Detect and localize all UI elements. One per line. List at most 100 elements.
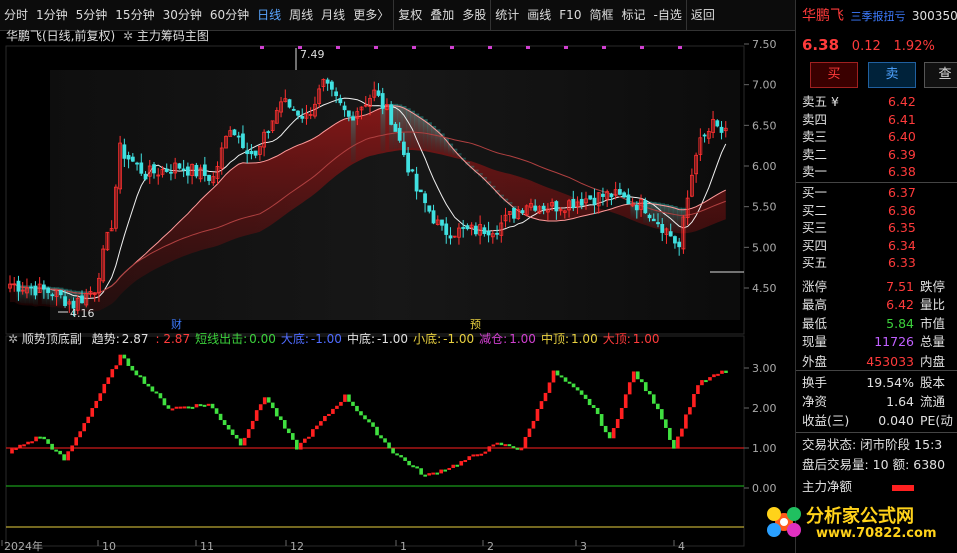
osc-bar [238, 438, 243, 446]
toolbar-item-6[interactable]: 日线 [253, 0, 285, 30]
toolbar-item-1[interactable]: 1分钟 [32, 0, 72, 30]
candle-body [482, 227, 487, 234]
bid-row[interactable]: 买四 6.34 [796, 237, 957, 254]
toolbar-item-18[interactable]: -自选 [649, 0, 685, 30]
high-label: 7.49 [300, 48, 325, 61]
candle-body [126, 155, 131, 160]
ask-row[interactable]: 卖四 6.41 [796, 111, 957, 128]
toolbar-item-19[interactable]: 返回 [685, 0, 719, 30]
candle-body [495, 232, 499, 235]
osc-bar [82, 423, 87, 432]
toolbar-item-8[interactable]: 月线 [317, 0, 349, 30]
sub-indicator-name[interactable]: 顺势顶底副 [22, 332, 82, 346]
buy-button[interactable]: 买 [810, 62, 858, 88]
candle-body [185, 166, 190, 176]
osc-bar [214, 408, 219, 414]
osc-bar [403, 457, 407, 461]
stat-row: 涨停 7.51 跌停 [796, 278, 957, 295]
osc-bar [688, 407, 692, 415]
sub-value-6: 减仓: 1.00 [479, 332, 536, 346]
osc-bar [720, 370, 724, 374]
level-label: 卖四 [802, 111, 828, 127]
candle-body [300, 116, 305, 119]
candle-body [58, 289, 63, 296]
osc-bar [563, 377, 568, 382]
osc-bar [696, 385, 700, 394]
toolbar-item-17[interactable]: 标记 [617, 0, 649, 30]
settings-icon[interactable]: ✲ [123, 29, 133, 43]
candle-body [397, 127, 402, 141]
candle-body [520, 210, 525, 214]
stat-tail: 内盘 [920, 354, 946, 369]
toolbar-item-12[interactable]: 多股 [458, 0, 490, 30]
osc-bar [110, 369, 115, 378]
osc-bar [716, 373, 720, 376]
osc-bar [186, 406, 191, 409]
toolbar-item-5[interactable]: 60分钟 [206, 0, 253, 30]
osc-bar [26, 441, 30, 445]
osc-bar [174, 406, 179, 409]
chart-area[interactable]: 7.49 4.16 财 预 7.50 7.00 6.50 6.00 5.50 5.00 4.50 3… [0, 30, 795, 553]
osc-bar [319, 421, 323, 426]
osc-bar [559, 375, 564, 378]
osc-bar [555, 370, 560, 376]
osc-bar [527, 428, 532, 437]
candle-body [486, 231, 491, 236]
osc-bar [102, 383, 107, 394]
osc-bar [339, 401, 343, 406]
stat-value: 19.54% [866, 375, 914, 390]
candle-body [444, 223, 449, 235]
toolbar-item-0[interactable]: 分时 [0, 0, 32, 30]
ask-row[interactable]: 卖三 6.40 [796, 128, 957, 145]
toolbar-item-16[interactable]: 简框 [585, 0, 617, 30]
ask-row[interactable]: 卖五 ¥ 6.42 [796, 93, 957, 110]
level-price: 6.34 [888, 237, 916, 253]
osc-bar [535, 408, 540, 421]
stats-divider [796, 370, 957, 371]
bid-row[interactable]: 买一 6.37 [796, 184, 957, 201]
stock-code: 300350 [911, 9, 957, 23]
level-label: 卖五 ¥ [802, 94, 839, 109]
sell-button[interactable]: 卖 [868, 62, 916, 88]
osc-bar [627, 382, 632, 395]
toolbar-item-7[interactable]: 周线 [285, 0, 317, 30]
quote-panel: 华鹏飞 三季报扭亏 300350 6.38 0.12 1.92% 买 卖 查 卖… [795, 0, 957, 553]
osc-bar [359, 411, 363, 416]
osc-bar [202, 404, 207, 407]
query-button[interactable]: 查 [924, 62, 957, 88]
bid-row[interactable]: 买二 6.36 [796, 202, 957, 219]
toolbar-item-2[interactable]: 5分钟 [72, 0, 112, 30]
toolbar-item-14[interactable]: 画线 [523, 0, 555, 30]
toolbar-item-11[interactable]: 叠加 [426, 0, 458, 30]
bid-row[interactable]: 买三 6.35 [796, 219, 957, 236]
ask-row[interactable]: 卖二 6.39 [796, 146, 957, 163]
toolbar-item-13[interactable]: 统计 [490, 0, 523, 30]
signal-dot [374, 46, 378, 49]
osc-bar [78, 431, 83, 438]
sub-value-2: 短线出击: 0.00 [195, 332, 276, 346]
osc-bar [303, 438, 307, 443]
osc-bar [230, 429, 235, 435]
osc-bar [499, 442, 504, 446]
osc-bar [507, 444, 512, 447]
toolbar-item-4[interactable]: 30分钟 [159, 0, 206, 30]
osc-bar [226, 425, 231, 430]
toolbar-item-10[interactable]: 复权 [393, 0, 426, 30]
osc-bar [712, 374, 716, 378]
toolbar-item-15[interactable]: F10 [555, 0, 585, 30]
candle-body [431, 210, 436, 224]
toolbar-item-9[interactable]: 更多〉 [349, 0, 393, 30]
stat-label: 现量 [802, 334, 828, 349]
x-tick-label: 1 [400, 540, 407, 553]
level-price: 6.42 [888, 94, 916, 109]
level-price: 6.38 [888, 164, 916, 180]
bid-row[interactable]: 买五 6.33 [796, 254, 957, 271]
osc-bar [122, 354, 127, 359]
indicator-name[interactable]: 主力筹码主图 [137, 29, 209, 43]
toolbar-item-3[interactable]: 15分钟 [111, 0, 158, 30]
candle-body [152, 164, 156, 174]
settings-icon[interactable]: ✲ [8, 332, 18, 346]
ask-row[interactable]: 卖一 6.38 [796, 163, 957, 180]
level-label: 买一 [802, 185, 828, 200]
candle-body [139, 162, 144, 174]
